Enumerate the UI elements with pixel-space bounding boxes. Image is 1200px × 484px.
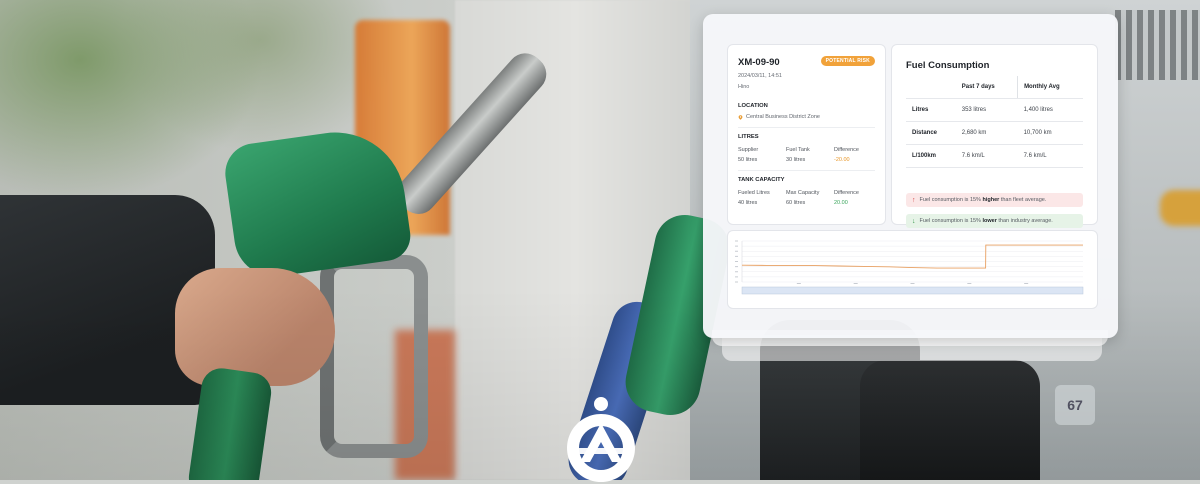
dashboard-card: XM-09-90 POTENTIAL RISK 2024/03/11, 14:5…: [703, 14, 1118, 338]
divider: [738, 127, 875, 128]
location-row: Central Business District Zone: [738, 114, 820, 120]
vehicle-id: XM-09-90: [738, 57, 780, 68]
x-tick: [967, 283, 972, 284]
industry-average-alert: ↓ Fuel consumption is 15% lower than ind…: [906, 214, 1083, 228]
max-capacity-col: Max Capacity 60 litres: [786, 189, 819, 208]
y-tick: [735, 245, 738, 247]
fuel-tank-value: 30 litres: [786, 156, 806, 163]
row-value-monthly: 1,400 litres: [1017, 98, 1083, 122]
y-tick: [735, 261, 738, 262]
litres-difference-value: -20.00: [834, 156, 850, 163]
table-header-blank: [906, 76, 956, 99]
y-tick: [735, 266, 738, 268]
column-header-past-7-days: Past 7 days: [955, 76, 1018, 99]
fuel-consumption-title: Fuel Consumption: [906, 60, 990, 71]
row-value-past: 353 litres: [955, 98, 1018, 122]
row-value-monthly: 10,700 km: [1017, 121, 1083, 145]
max-capacity-value: 60 litres: [786, 199, 806, 206]
fuel-trend-chart: [735, 240, 1084, 295]
row-value-monthly: 7.6 km/L: [1017, 144, 1083, 168]
vehicle-datetime: 2024/03/11, 14:51: [738, 73, 782, 79]
y-tick: [735, 255, 738, 257]
brand-logo-icon: [567, 397, 636, 482]
fueled-label: Fueled Litres: [738, 190, 770, 196]
divider: [738, 170, 875, 171]
fuel-trend-chart-panel: [727, 230, 1098, 309]
table-row: L/100km 7.6 km/L 7.6 km/L: [906, 144, 1083, 168]
tank-difference-value: 20.00: [834, 199, 848, 206]
map-pin-icon: [738, 114, 743, 120]
tank-capacity-heading: TANK CAPACITY: [738, 177, 785, 183]
x-tick: [910, 283, 915, 284]
fuel-consumption-panel: Fuel Consumption Past 7 days Monthly Avg…: [891, 44, 1098, 228]
fuel-tank-label: Fuel Tank: [786, 147, 810, 153]
arrow-down-icon: ↓: [912, 217, 916, 225]
max-capacity-label: Max Capacity: [786, 190, 820, 196]
x-tick: [853, 283, 858, 284]
y-tick: [735, 281, 738, 283]
fuel-tank-col: Fuel Tank 30 litres: [786, 146, 810, 165]
vehicle-make: Hino: [738, 84, 750, 90]
arrow-up-icon: ↑: [912, 196, 916, 204]
fleet-average-alert: ↑ Fuel consumption is 15% higher than fl…: [906, 193, 1083, 207]
tank-difference-col: Difference 20.00: [834, 189, 859, 208]
tank-difference-label: Difference: [834, 190, 859, 196]
supplier-label: Supplier: [738, 147, 759, 153]
y-tick: [735, 240, 738, 242]
table-header-row: Past 7 days Monthly Avg: [906, 76, 1083, 99]
fuel-consumption-table: Past 7 days Monthly Avg Litres 353 litre…: [906, 76, 1083, 168]
vehicle-panel: XM-09-90 POTENTIAL RISK 2024/03/11, 14:5…: [727, 44, 886, 225]
row-label: Litres: [906, 98, 956, 122]
fueled-value: 40 litres: [738, 199, 758, 206]
table-row: Litres 353 litres 1,400 litres: [906, 98, 1083, 122]
row-value-past: 2,680 km: [955, 121, 1018, 145]
y-tick: [735, 276, 738, 278]
alert-text: Fuel consumption is 15% higher than flee…: [919, 197, 1047, 203]
litres-difference-col: Difference -20.00: [834, 146, 859, 165]
table-row: Distance 2,680 km 10,700 km: [906, 121, 1083, 145]
supplier-col: Supplier 50 litres: [738, 146, 758, 165]
fueled-col: Fueled Litres 40 litres: [738, 189, 770, 208]
range-selector: [741, 286, 1084, 295]
location-value: Central Business District Zone: [746, 114, 820, 120]
column-header-monthly-avg: Monthly Avg: [1017, 76, 1083, 99]
litres-difference-label: Difference: [834, 147, 859, 153]
x-tick: [796, 283, 801, 284]
status-badge: POTENTIAL RISK: [820, 56, 875, 66]
row-label: Distance: [906, 121, 956, 145]
y-tick: [735, 271, 738, 273]
x-tick: [1024, 283, 1029, 284]
row-label: L/100km: [906, 144, 956, 168]
location-heading: LOCATION: [738, 103, 768, 109]
alert-text: Fuel consumption is 15% lower than indus…: [919, 218, 1053, 224]
litres-heading: LITRES: [738, 134, 759, 140]
row-value-past: 7.6 km/L: [955, 144, 1018, 168]
supplier-value: 50 litres: [738, 156, 758, 163]
y-tick: [735, 250, 738, 252]
